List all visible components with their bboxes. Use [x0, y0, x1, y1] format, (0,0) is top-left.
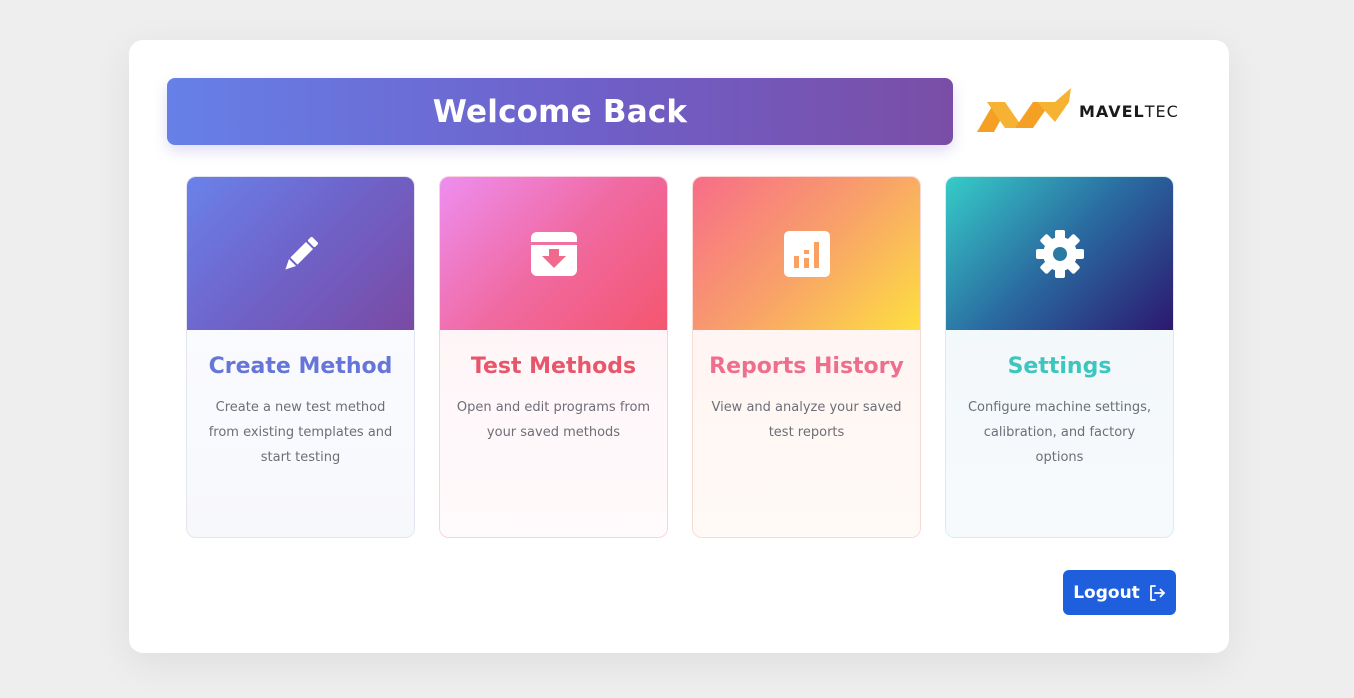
pencil-icon — [277, 230, 325, 278]
logo-text-light: TEC — [1144, 101, 1179, 121]
card-title: Create Method — [208, 354, 393, 379]
maveltec-logo-mark-icon — [977, 88, 1071, 132]
card-title: Test Methods — [470, 354, 637, 379]
card-body: Reports History View and analyze your sa… — [693, 330, 920, 537]
test-methods-card[interactable]: Test Methods Open and edit programs from… — [439, 176, 668, 538]
card-body: Create Method Create a new test method f… — [187, 330, 414, 537]
logo-text-bold: MAVEL — [1079, 101, 1145, 121]
card-title: Reports History — [709, 354, 904, 379]
card-header — [946, 177, 1173, 330]
settings-card[interactable]: Settings Configure machine settings, cal… — [945, 176, 1174, 538]
page-title: Welcome Back — [432, 93, 688, 130]
main-panel: Welcome Back MAVELTEC Create Method Crea… — [129, 40, 1229, 653]
card-description: Configure machine settings, calibration,… — [967, 400, 1152, 465]
company-logo: MAVELTEC — [977, 88, 1179, 134]
bar-chart-icon — [783, 230, 831, 278]
gear-icon — [1035, 229, 1085, 279]
card-description: Open and edit programs from your saved m… — [456, 400, 651, 440]
logo-wordmark: MAVELTEC — [1079, 102, 1179, 121]
card-body: Test Methods Open and edit programs from… — [440, 330, 667, 537]
create-method-card[interactable]: Create Method Create a new test method f… — [186, 176, 415, 538]
card-description: Create a new test method from existing t… — [208, 400, 393, 465]
card-header — [693, 177, 920, 330]
welcome-banner: Welcome Back — [167, 78, 953, 145]
logout-icon — [1148, 584, 1166, 602]
archive-download-icon — [530, 230, 578, 278]
card-header — [440, 177, 667, 330]
card-header — [187, 177, 414, 330]
logout-label: Logout — [1073, 582, 1140, 603]
logout-button[interactable]: Logout — [1063, 570, 1176, 615]
card-description: View and analyze your saved test reports — [711, 400, 902, 440]
card-body: Settings Configure machine settings, cal… — [946, 330, 1173, 537]
card-title: Settings — [1007, 354, 1112, 379]
reports-history-card[interactable]: Reports History View and analyze your sa… — [692, 176, 921, 538]
menu-cards: Create Method Create a new test method f… — [186, 176, 1174, 538]
